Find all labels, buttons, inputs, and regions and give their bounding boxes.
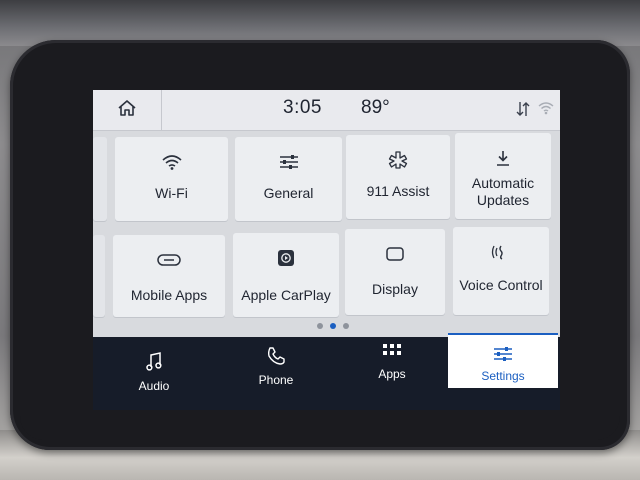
wifi-icon	[161, 151, 183, 173]
nav-label: Audio	[138, 379, 170, 393]
nav-audio[interactable]: Audio	[113, 337, 195, 410]
carplay-icon	[277, 247, 295, 269]
tile-label: Automatic Updates	[471, 175, 535, 208]
tile-display[interactable]: Display	[345, 229, 445, 315]
home-button[interactable]	[93, 90, 162, 130]
page-indicator	[317, 323, 349, 329]
download-icon	[494, 147, 512, 169]
settings-grid: Wi-Fi General 911 Assist Automatic Updat…	[93, 131, 560, 337]
tile-label: Display	[372, 281, 418, 297]
apps-grid-icon	[382, 339, 402, 361]
voice-icon	[491, 241, 511, 263]
mobile-apps-icon	[156, 249, 182, 271]
infotainment-screen: 3:05 89° Wi-Fi General 911 Assist Automa…	[93, 90, 560, 410]
nav-label: Apps	[378, 367, 406, 381]
bezel-bottom-edge	[20, 414, 620, 440]
tile-mobile-apps[interactable]: Mobile Apps	[113, 235, 225, 317]
tile-apple-carplay[interactable]: Apple CarPlay	[233, 233, 339, 317]
phone-icon	[266, 345, 286, 367]
tile-partial-left-top	[93, 137, 107, 221]
home-icon	[117, 99, 137, 121]
settings-sliders-icon	[492, 343, 514, 365]
page-dot[interactable]	[343, 323, 349, 329]
nav-settings[interactable]: Settings	[448, 333, 558, 388]
nav-apps[interactable]: Apps	[351, 325, 433, 398]
tile-voice-control[interactable]: Voice Control	[453, 227, 549, 315]
music-note-icon	[146, 351, 162, 373]
tile-911-assist[interactable]: 911 Assist	[346, 135, 450, 219]
status-bar: 3:05 89°	[93, 90, 560, 131]
wifi-status-icon	[538, 100, 554, 119]
sliders-icon	[278, 151, 300, 173]
tile-label: Voice Control	[459, 277, 543, 293]
tile-label: General	[263, 185, 314, 201]
bottom-nav: Audio Phone Apps Settings	[93, 333, 560, 410]
assist-icon	[388, 149, 408, 171]
nav-phone[interactable]: Phone	[235, 331, 317, 404]
nav-label: Settings	[481, 369, 525, 383]
outside-temperature: 89°	[361, 97, 390, 118]
tile-label: Apple CarPlay	[241, 287, 331, 303]
clock: 3:05	[283, 97, 322, 118]
display-icon	[385, 243, 405, 265]
tile-automatic-updates[interactable]: Automatic Updates	[455, 133, 551, 219]
tile-general[interactable]: General	[235, 137, 342, 221]
page-dot-active[interactable]	[330, 323, 336, 329]
tile-label: 911 Assist	[366, 183, 430, 199]
nav-label: Phone	[258, 373, 294, 387]
tile-label: Mobile Apps	[130, 287, 208, 303]
page-dot[interactable]	[317, 323, 323, 329]
tile-label: Wi-Fi	[155, 185, 188, 201]
tile-partial-left-bottom	[93, 235, 105, 317]
tile-wifi[interactable]: Wi-Fi	[115, 137, 228, 221]
data-arrows-icon	[515, 100, 531, 122]
